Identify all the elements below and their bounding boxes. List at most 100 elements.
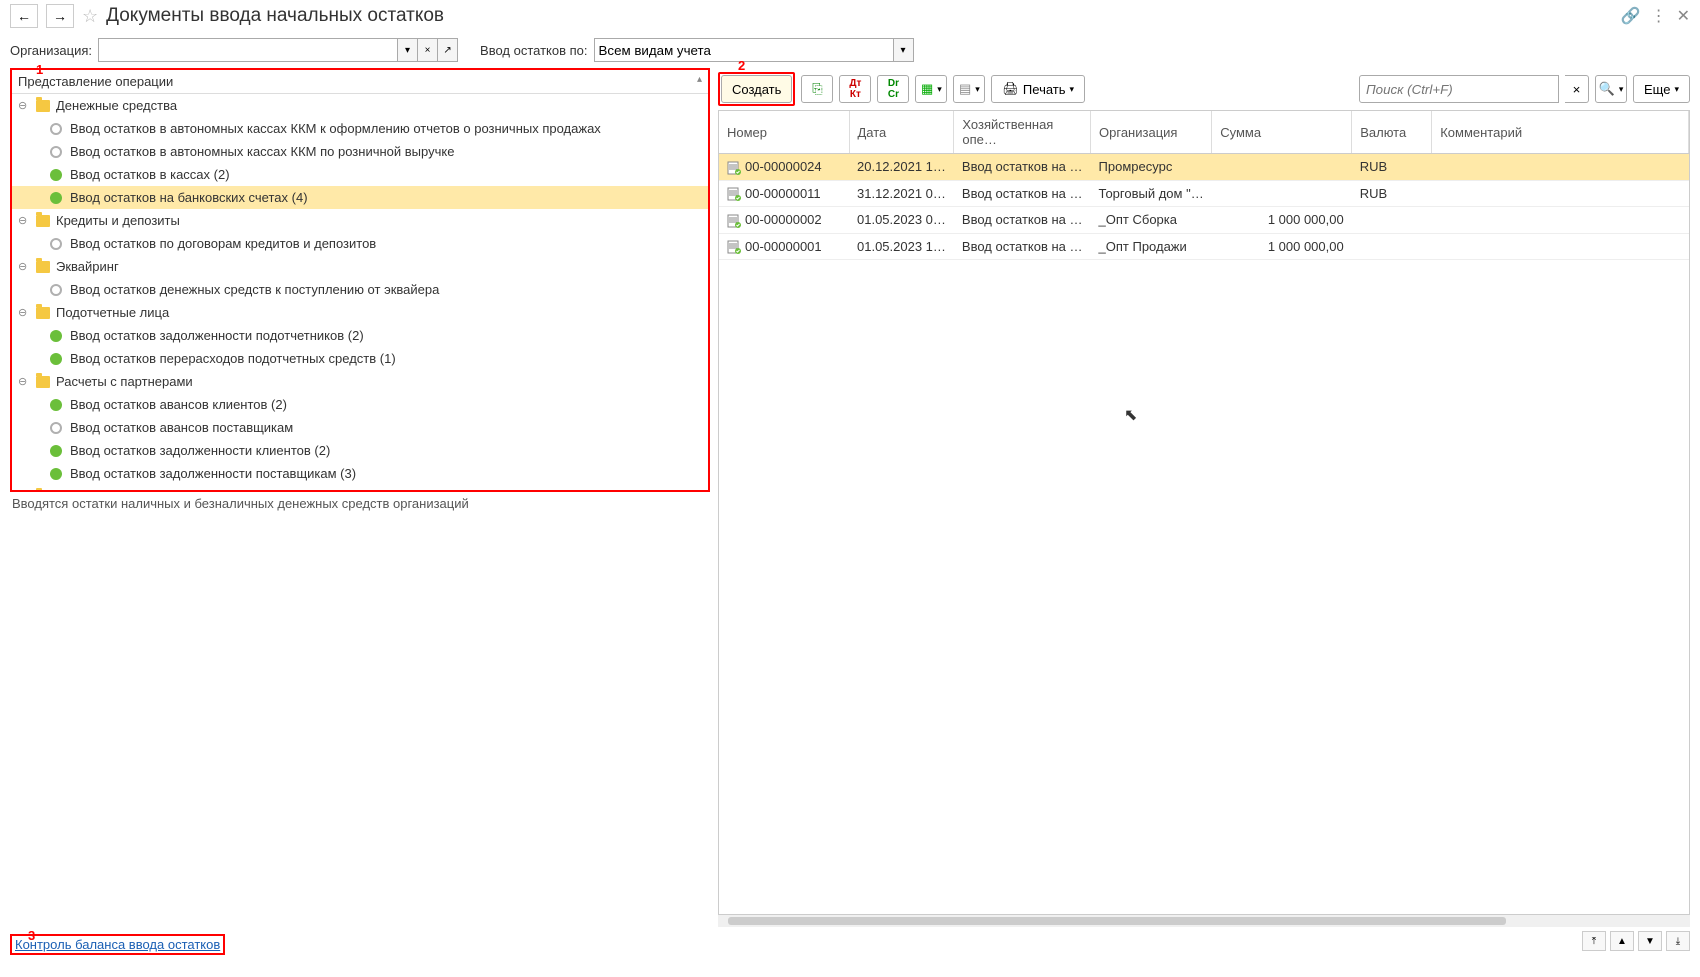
column-header[interactable]: Комментарий (1432, 111, 1689, 154)
org-dropdown-button[interactable]: ▾ (398, 38, 418, 62)
tree-item-label: Ввод остатков в автономных кассах ККМ по… (70, 144, 454, 159)
tree-group[interactable]: ⊖Внеоборотные активы (12, 485, 708, 490)
table-nav: ⤒ ▲ ▼ ⤓ (718, 927, 1690, 955)
org-open-button[interactable]: ↗ (438, 38, 458, 62)
status-dot-icon (50, 353, 62, 365)
tree-item-label: Ввод остатков задолженности клиентов (2) (70, 443, 330, 458)
tree-item[interactable]: Ввод остатков авансов поставщикам (12, 416, 708, 439)
nav-up-button[interactable]: ▲ (1610, 931, 1634, 951)
report-button[interactable]: ▤ ▾ (953, 75, 985, 103)
collapse-icon[interactable]: ⊖ (18, 260, 30, 273)
tree-group[interactable]: ⊖Денежные средства (12, 94, 708, 117)
document-icon (727, 214, 741, 228)
tree-group[interactable]: ⊖Эквайринг (12, 255, 708, 278)
callout-1: 1 (36, 62, 43, 77)
search-button[interactable]: 🔍 ▾ (1595, 75, 1627, 103)
tree-item[interactable]: Ввод остатков задолженности подотчетнико… (12, 324, 708, 347)
table-row[interactable]: 00-0000000101.05.2023 1…Ввод остатков на… (719, 233, 1689, 260)
tree-item[interactable]: Ввод остатков денежных средств к поступл… (12, 278, 708, 301)
window-header: ← → ☆ Документы ввода начальных остатков… (0, 0, 1700, 32)
tree-group[interactable]: ⊖ Кредиты и депозиты (12, 209, 708, 232)
operations-tree: Представление операции ▴ ⊖Денежные средс… (10, 68, 710, 492)
tree-item[interactable]: Ввод остатков перерасходов подотчетных с… (12, 347, 708, 370)
collapse-icon[interactable]: ⊖ (18, 214, 30, 227)
link-icon[interactable]: 🔗 (1621, 6, 1641, 26)
dtk-button[interactable]: ДтКт (839, 75, 871, 103)
tree-item[interactable]: Ввод остатков в кассах (2) (12, 163, 708, 186)
nav-forward-button[interactable]: → (46, 4, 74, 28)
hint-text: Вводятся остатки наличных и безналичных … (10, 492, 710, 515)
close-icon[interactable]: ✕ (1677, 6, 1690, 26)
tree-item[interactable]: Ввод остатков в автономных кассах ККМ по… (12, 140, 708, 163)
structure-button[interactable]: ▦ ▾ (915, 75, 947, 103)
column-header[interactable]: Хозяйственная опе… (954, 111, 1091, 154)
document-icon (727, 240, 741, 254)
folder-icon (36, 261, 50, 273)
tree-group[interactable]: ⊖ Расчеты с партнерами (12, 370, 708, 393)
nav-back-button[interactable]: ← (10, 4, 38, 28)
status-dot-icon (50, 422, 62, 434)
folder-icon (36, 215, 50, 227)
search-input[interactable] (1359, 75, 1559, 103)
status-dot-icon (50, 445, 62, 457)
tree-item-label: Ввод остатков авансов клиентов (2) (70, 397, 287, 412)
callout-2: 2 (738, 58, 745, 73)
collapse-icon[interactable]: ⊖ (18, 306, 30, 319)
tree-item[interactable]: Ввод остатков в автономных кассах ККМ к … (12, 117, 708, 140)
nav-first-button[interactable]: ⤒ (1582, 931, 1606, 951)
right-panel: Создать ⎘ ДтКт DrCr ▦ ▾ ▤ ▾ Печать ▾ × 🔍… (718, 68, 1690, 955)
column-header[interactable]: Номер (719, 111, 849, 154)
table-row[interactable]: 00-0000002420.12.2021 1…Ввод остатков на… (719, 154, 1689, 181)
create-button[interactable]: Создать (721, 75, 792, 103)
left-panel: Представление операции ▴ ⊖Денежные средс… (10, 68, 710, 955)
status-dot-icon (50, 468, 62, 480)
tree-item-label: Ввод остатков перерасходов подотчетных с… (70, 351, 396, 366)
status-dot-icon (50, 192, 62, 204)
tree-group-label: Подотчетные лица (56, 305, 169, 320)
tree-item-label: Ввод остатков в автономных кассах ККМ к … (70, 121, 601, 136)
print-button[interactable]: Печать ▾ (991, 75, 1085, 103)
org-label: Организация: (10, 43, 92, 58)
status-dot-icon (50, 330, 62, 342)
nav-down-button[interactable]: ▼ (1638, 931, 1662, 951)
document-icon (727, 187, 741, 201)
callout-3: 3 (28, 928, 35, 943)
menu-dots-icon[interactable]: ⋮ (1651, 6, 1667, 26)
org-clear-button[interactable]: × (418, 38, 438, 62)
more-button[interactable]: Еще ▾ (1633, 75, 1690, 103)
tree-item[interactable]: Ввод остатков по договорам кредитов и де… (12, 232, 708, 255)
column-header[interactable]: Валюта (1352, 111, 1432, 154)
org-input[interactable] (98, 38, 398, 62)
type-dropdown-button[interactable]: ▾ (894, 38, 914, 62)
tree-group[interactable]: ⊖ Подотчетные лица (12, 301, 708, 324)
page-title: Документы ввода начальных остатков (106, 5, 444, 27)
column-header[interactable]: Организация (1091, 111, 1212, 154)
drcr-button[interactable]: DrCr (877, 75, 909, 103)
tree-item-label: Ввод остатков в кассах (2) (70, 167, 230, 182)
status-dot-icon (50, 169, 62, 181)
table-row[interactable]: 00-0000000201.05.2023 0…Ввод остатков на… (719, 207, 1689, 234)
nav-last-button[interactable]: ⤓ (1666, 931, 1690, 951)
column-header[interactable]: Сумма (1212, 111, 1352, 154)
tree-item[interactable]: Ввод остатков задолженности поставщикам … (12, 462, 708, 485)
tree-group-label: Кредиты и депозиты (56, 213, 180, 228)
tree-item[interactable]: Ввод остатков на банковских счетах (4) (12, 186, 708, 209)
tree-item[interactable]: Ввод остатков задолженности клиентов (2) (12, 439, 708, 462)
tree-item[interactable]: Ввод остатков авансов клиентов (2) (12, 393, 708, 416)
status-dot-icon (50, 238, 62, 250)
documents-table[interactable]: НомерДатаХозяйственная опе…ОрганизацияСу… (718, 110, 1690, 915)
collapse-icon[interactable]: ⊖ (18, 375, 30, 388)
search-clear-button[interactable]: × (1565, 75, 1589, 103)
balance-control-link[interactable]: Контроль баланса ввода остатков (10, 934, 225, 955)
horizontal-scrollbar[interactable] (718, 915, 1690, 927)
table-row[interactable]: 00-0000001131.12.2021 0…Ввод остатков на… (719, 180, 1689, 207)
tree-scroll-up-icon[interactable]: ▴ (697, 74, 702, 89)
copy-button[interactable]: ⎘ (801, 75, 833, 103)
favorite-star-icon[interactable]: ☆ (82, 6, 98, 27)
type-label: Ввод остатков по: (480, 43, 587, 58)
status-dot-icon (50, 123, 62, 135)
tree-group-label: Расчеты с партнерами (56, 374, 193, 389)
collapse-icon[interactable]: ⊖ (18, 99, 30, 112)
toolbar: Создать ⎘ ДтКт DrCr ▦ ▾ ▤ ▾ Печать ▾ × 🔍… (718, 68, 1690, 110)
column-header[interactable]: Дата (849, 111, 954, 154)
